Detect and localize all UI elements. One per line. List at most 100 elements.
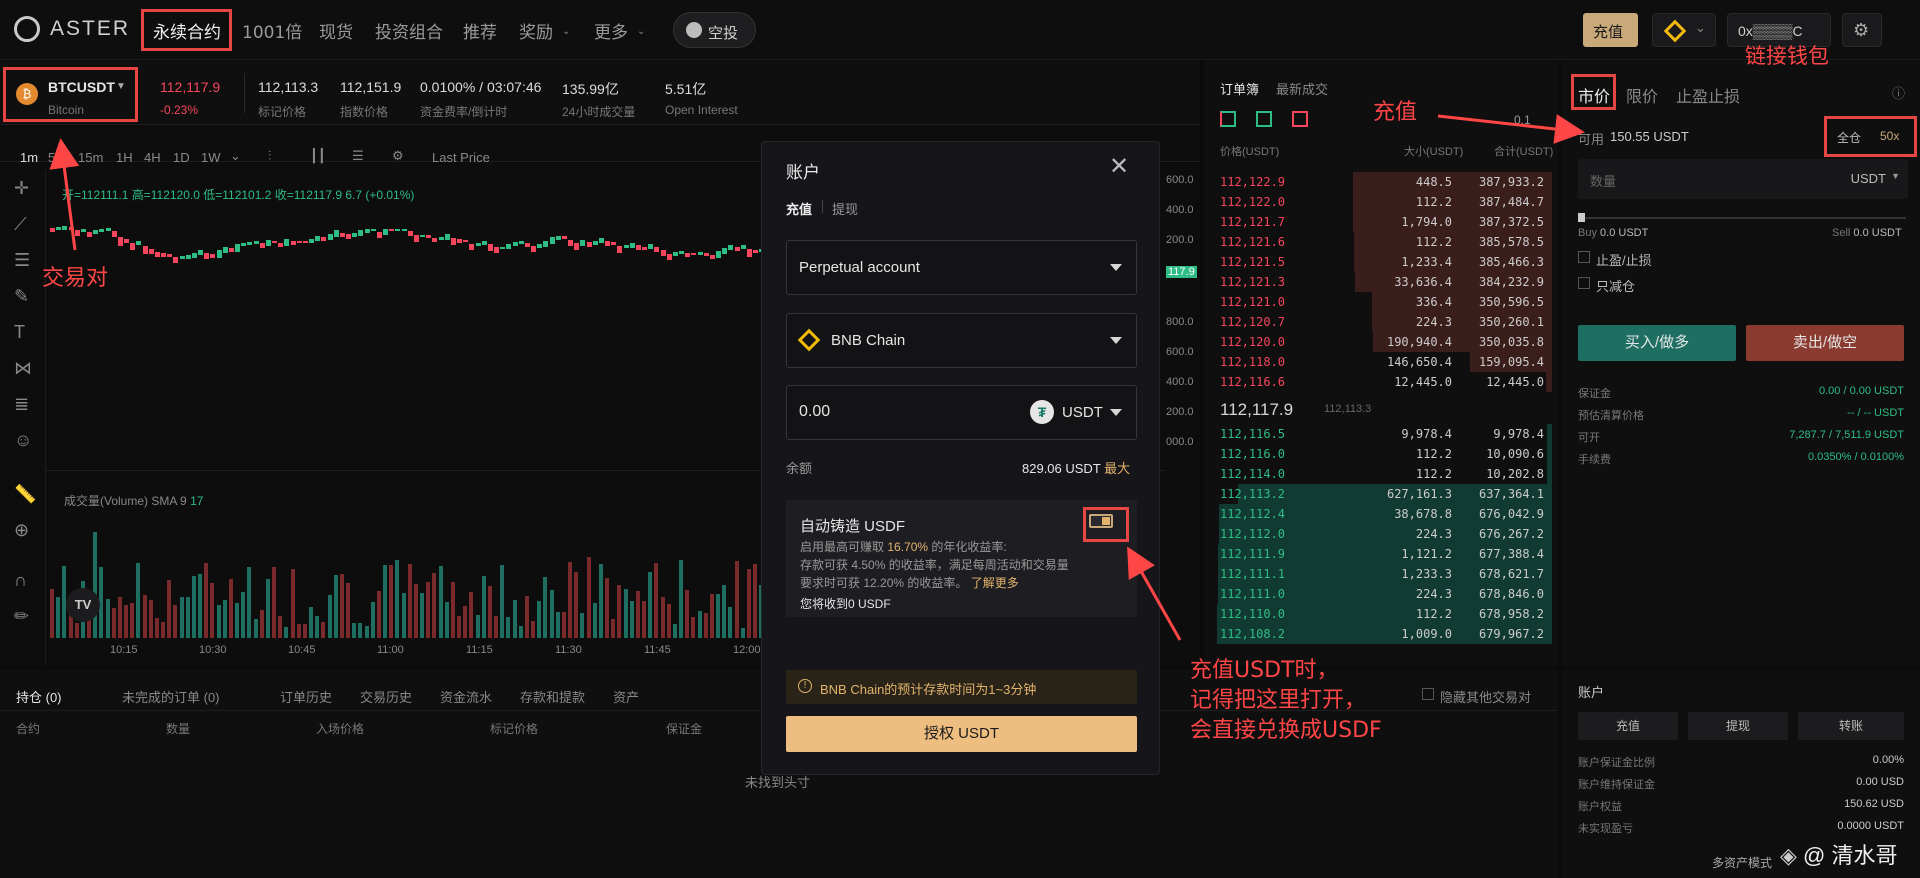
tab-tpsl[interactable]: 止盈止损 <box>1676 83 1740 107</box>
pattern-icon[interactable]: ⋈ <box>14 358 32 379</box>
buy-long-button[interactable]: 买入/做多 <box>1578 325 1736 361</box>
emoji-icon[interactable]: ☺ <box>14 430 32 451</box>
tab-trades[interactable]: 最新成交 <box>1276 79 1328 98</box>
orderbook-row[interactable]: 112,111.0 224.3 678,846.0 <box>1212 584 1552 604</box>
ruler-icon[interactable]: 📏 <box>14 484 36 505</box>
lines-icon[interactable]: ☰ <box>14 250 30 271</box>
text-icon[interactable]: T <box>14 322 25 343</box>
tab-market[interactable]: 市价 <box>1578 83 1610 107</box>
margin-mode-button[interactable]: 全仓 <box>1837 129 1861 146</box>
quantity-input[interactable]: 数量 USDT ▼ <box>1578 159 1908 199</box>
lock-icon[interactable]: ✏ <box>14 606 29 627</box>
position-tab[interactable]: 资产 <box>613 687 639 706</box>
learn-more-link[interactable]: 了解更多 <box>971 576 1019 590</box>
position-tab[interactable]: 资金流水 <box>440 687 492 706</box>
interval-1d[interactable]: 1D <box>173 150 190 165</box>
position-tab[interactable]: 持仓 (0) <box>16 687 62 706</box>
interval-15m[interactable]: 15m <box>78 150 103 165</box>
crosshair-icon[interactable]: ✛ <box>14 178 29 199</box>
reduce-only-checkbox[interactable] <box>1578 277 1590 289</box>
settings-icon[interactable]: ⚙ <box>392 148 404 164</box>
interval-1m[interactable]: 1m <box>20 150 38 165</box>
nav-portfolio[interactable]: 投资组合 <box>375 18 443 43</box>
tpsl-checkbox[interactable] <box>1578 251 1590 263</box>
tab-limit[interactable]: 限价 <box>1626 83 1658 107</box>
orderbook-row[interactable]: 112,121.5 1,233.4 385,466.3 <box>1212 252 1552 272</box>
position-tab[interactable]: 交易历史 <box>360 687 412 706</box>
book-view-asks-icon[interactable] <box>1292 111 1308 127</box>
nav-rewards[interactable]: 奖励 <box>519 18 553 43</box>
nav-referral[interactable]: 推荐 <box>463 18 497 43</box>
chart-type-icon[interactable]: ⫶ <box>268 148 271 164</box>
interval-1h[interactable]: 1H <box>116 150 133 165</box>
brush-icon[interactable]: ✎ <box>14 286 29 307</box>
orderbook-row[interactable]: 112,122.9 448.5 387,933.2 <box>1212 172 1552 192</box>
orderbook-row[interactable]: 112,120.0 190,940.4 350,035.8 <box>1212 332 1552 352</box>
tab-withdraw[interactable]: 提现 <box>832 199 858 218</box>
orderbook-row[interactable]: 112,116.0 112.2 10,090.6 <box>1212 444 1552 464</box>
orderbook-row[interactable]: 112,121.7 1,794.0 387,372.5 <box>1212 212 1552 232</box>
chevron-down-icon[interactable]: ⌄ <box>230 148 241 164</box>
orderbook-row[interactable]: 112,110.0 112.2 678,958.2 <box>1212 604 1552 624</box>
nav-1001x[interactable]: 1001倍 <box>242 18 302 43</box>
orderbook-row[interactable]: 112,120.7 224.3 350,260.1 <box>1212 312 1552 332</box>
precision-selector[interactable]: 0.1 <box>1514 113 1531 127</box>
zoom-icon[interactable]: ⊕ <box>14 520 29 541</box>
symbol-selector[interactable]: BTCUSDT <box>48 79 115 95</box>
position-tab[interactable]: 存款和提款 <box>520 687 585 706</box>
interval-5m[interactable]: 5m <box>48 150 66 165</box>
multi-asset-mode[interactable]: 多资产模式 <box>1712 854 1772 871</box>
network-selector[interactable]: ⌄ <box>1652 13 1716 47</box>
amount-value[interactable]: 0.00 <box>799 403 830 421</box>
orderbook-row[interactable]: 112,108.2 1,009.0 679,967.2 <box>1212 624 1552 644</box>
fib-icon[interactable]: ≣ <box>14 394 29 415</box>
trendline-icon[interactable]: ⟋ <box>14 214 27 235</box>
tradingview-logo[interactable]: TV <box>66 588 100 622</box>
orderbook-row[interactable]: 112,121.0 336.4 350,596.5 <box>1212 292 1552 312</box>
account-withdraw-button[interactable]: 提现 <box>1688 712 1788 740</box>
book-view-both-icon[interactable] <box>1220 111 1236 127</box>
slider-handle[interactable] <box>1578 213 1585 222</box>
deposit-top-button[interactable]: 充值 <box>1583 13 1638 47</box>
amount-input[interactable]: 0.00 ₮ USDT <box>786 385 1137 440</box>
nav-more[interactable]: 更多 <box>594 18 628 43</box>
nav-perpetual[interactable]: 永续合约 <box>153 18 221 43</box>
mint-toggle[interactable] <box>1089 514 1113 528</box>
tab-deposit[interactable]: 充值 <box>786 199 812 218</box>
max-button[interactable]: 最大 <box>1104 461 1130 476</box>
logo-text[interactable]: ASTER <box>50 17 130 41</box>
account-select[interactable]: Perpetual account <box>786 240 1137 295</box>
orderbook-row[interactable]: 112,116.5 9,978.4 9,978.4 <box>1212 424 1552 444</box>
chain-select[interactable]: BNB Chain <box>786 313 1137 368</box>
tab-orderbook[interactable]: 订单簿 <box>1220 79 1259 98</box>
interval-4h[interactable]: 4H <box>144 150 161 165</box>
interval-1w[interactable]: 1W <box>201 150 221 165</box>
orderbook-row[interactable]: 112,114.0 112.2 10,202.8 <box>1212 464 1552 484</box>
close-icon[interactable]: ✕ <box>1109 152 1129 181</box>
last-price-selector[interactable]: Last Price <box>432 150 490 165</box>
orderbook-row[interactable]: 112,121.3 33,636.4 384,232.9 <box>1212 272 1552 292</box>
orderbook-row[interactable]: 112,116.6 12,445.0 12,445.0 <box>1212 372 1552 392</box>
orderbook-row[interactable]: 112,122.0 112.2 387,484.7 <box>1212 192 1552 212</box>
token-selector[interactable]: USDT <box>1062 404 1103 421</box>
orderbook-row[interactable]: 112,113.2 627,161.3 637,364.1 <box>1212 484 1552 504</box>
orderbook-row[interactable]: 112,111.1 1,233.3 678,621.7 <box>1212 564 1552 584</box>
quantity-slider[interactable] <box>1580 217 1906 219</box>
settings-button[interactable]: ⚙ <box>1842 13 1882 47</box>
orderbook-row[interactable]: 112,118.0 146,650.4 159,095.4 <box>1212 352 1552 372</box>
magnet-icon[interactable]: ∩ <box>14 570 27 591</box>
aster-logo-icon[interactable] <box>14 16 40 42</box>
leverage-button[interactable]: 50x <box>1880 129 1899 143</box>
position-tab[interactable]: 订单历史 <box>280 687 332 706</box>
authorize-usdt-button[interactable]: 授权 USDT <box>786 716 1137 752</box>
orderbook-row[interactable]: 112,121.6 112.2 385,578.5 <box>1212 232 1552 252</box>
book-view-bids-icon[interactable] <box>1256 111 1272 127</box>
orderbook-row[interactable]: 112,111.9 1,121.2 677,388.4 <box>1212 544 1552 564</box>
quantity-unit-selector[interactable]: USDT <box>1851 171 1886 186</box>
hide-others-checkbox[interactable] <box>1422 688 1434 700</box>
indicators-icon[interactable]: ☰ <box>352 148 364 164</box>
airdrop-button[interactable]: 空投 <box>673 12 756 48</box>
nav-spot[interactable]: 现货 <box>319 18 353 43</box>
account-deposit-button[interactable]: 充值 <box>1578 712 1678 740</box>
orderbook-row[interactable]: 112,112.4 38,678.8 676,042.9 <box>1212 504 1552 524</box>
